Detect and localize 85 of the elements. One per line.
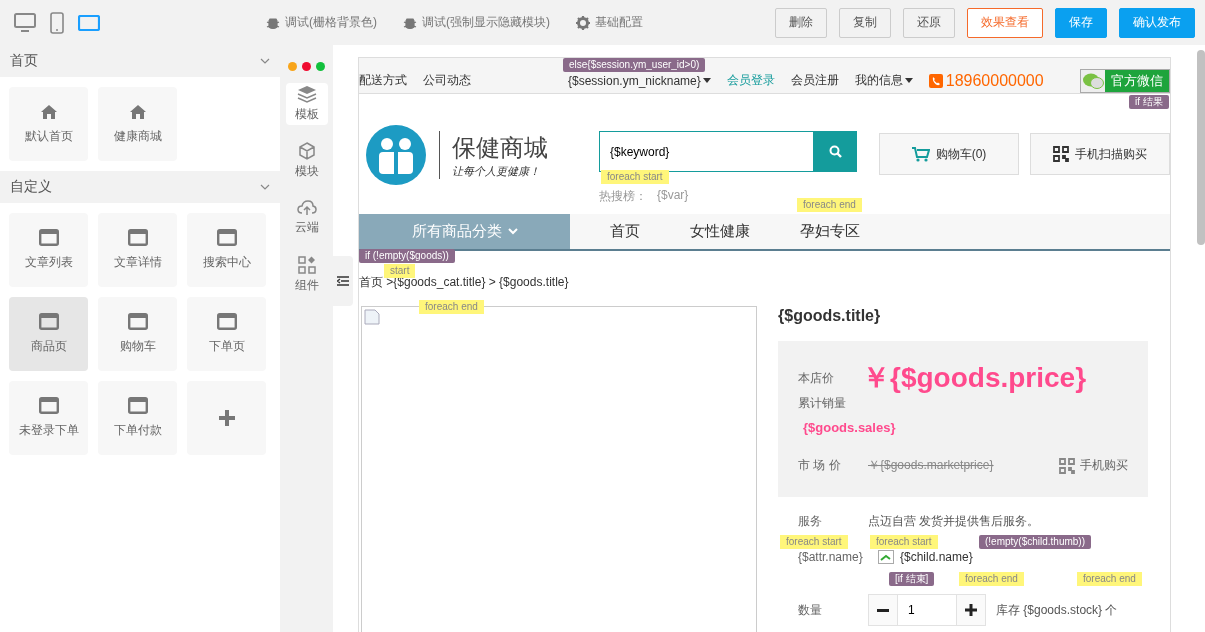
- service-text: 点迈自营 发货并提供售后服务。: [868, 513, 1040, 530]
- brand-name: 保健商城: [452, 132, 548, 163]
- rail-label: 模块: [294, 163, 319, 180]
- template-tag: [if 结束]: [889, 572, 935, 586]
- debug-toggle[interactable]: 调试(栅格背景色): [266, 14, 377, 31]
- sales-label: 累计销量: [798, 395, 847, 412]
- wechat-button[interactable]: 官方微信: [1080, 68, 1170, 93]
- quantity-label: 数量: [798, 601, 823, 619]
- settings-button[interactable]: 基础配置: [576, 14, 643, 31]
- tile-label: 下单页: [208, 338, 245, 355]
- market-price-label: 市 场 价: [798, 457, 842, 474]
- action-button[interactable]: 复制: [839, 7, 891, 38]
- tile-label: 文章详情: [113, 254, 162, 271]
- template-tag: if 结果: [1129, 95, 1169, 109]
- tile-label: 默认首页: [24, 127, 73, 145]
- rail-tab[interactable]: 云端: [285, 197, 328, 239]
- page-tile[interactable]: 文章列表: [9, 213, 88, 287]
- cart-button[interactable]: 购物车(0): [879, 133, 1019, 175]
- tile-label: 文章列表: [24, 254, 73, 271]
- action-button[interactable]: 删除: [775, 7, 827, 38]
- template-tag: foreach start: [870, 535, 938, 549]
- hot-search-label: 热搜榜：: [599, 188, 647, 205]
- section-title: 首页: [10, 52, 38, 70]
- page-tile[interactable]: 未登录下单: [9, 381, 88, 455]
- sales-value: {$goods.sales}: [803, 420, 897, 435]
- my-info-dropdown[interactable]: 我的信息: [854, 72, 903, 89]
- quantity-field[interactable]: 1: [898, 594, 956, 626]
- template-tag: foreach end: [959, 572, 1024, 586]
- template-tag: foreach end: [419, 300, 484, 314]
- rail-label: 组件: [294, 277, 319, 294]
- page-tile[interactable]: 文章详情: [98, 213, 177, 287]
- page-tile[interactable]: 商品页: [9, 297, 88, 371]
- page-tile[interactable]: 默认首页: [9, 87, 88, 161]
- tile-label: 未登录下单: [18, 422, 79, 439]
- phone-number: 18960000000: [945, 71, 1044, 90]
- market-price: ￥{$goods.marketprice}: [868, 457, 994, 474]
- template-tag: (!empty($child.thumb)): [979, 535, 1092, 549]
- template-tag: foreach end: [1077, 572, 1142, 586]
- register-link[interactable]: 会员注册: [790, 72, 839, 89]
- search-field[interactable]: {$keyword}: [599, 131, 814, 172]
- page-tile[interactable]: 购物车: [98, 297, 177, 371]
- rail-label: 云端: [294, 219, 319, 236]
- nickname-dropdown[interactable]: {$session.ym_nickname}: [568, 73, 701, 88]
- hot-search-link[interactable]: {$var}: [657, 188, 689, 205]
- debug-toggle[interactable]: 调试(强制显示隐藏模块): [403, 14, 550, 31]
- service-label: 服务: [798, 513, 823, 530]
- nav-link[interactable]: 配送方式: [359, 72, 407, 89]
- page-tile[interactable]: 下单付款: [98, 381, 177, 455]
- price-label: 本店价: [798, 369, 834, 387]
- page-tile[interactable]: 搜索中心: [187, 213, 266, 287]
- product-title: {$goods.title}: [778, 307, 882, 326]
- nav-link[interactable]: 公司动态: [423, 72, 471, 89]
- template-tag: foreach start: [601, 170, 669, 184]
- template-tag: foreach end: [797, 198, 862, 212]
- scan-button[interactable]: 手机扫描购买: [1030, 133, 1170, 175]
- rail-tab[interactable]: 模板: [285, 83, 328, 125]
- slogan: 让每个人更健康！: [452, 163, 541, 179]
- template-tag: if (!empty($goods)): [359, 249, 455, 263]
- template-tag: else{$session.ym_user_id>0): [563, 58, 706, 72]
- action-button[interactable]: 效果查看: [967, 7, 1043, 38]
- nav-tab[interactable]: 女性健康: [690, 222, 750, 241]
- nav-tab[interactable]: 首页: [610, 222, 640, 241]
- attribute-option[interactable]: {$child.name}: [878, 550, 973, 564]
- section-header[interactable]: 首页: [0, 45, 280, 77]
- tile-label: 健康商城: [113, 127, 162, 145]
- mobile-buy-link[interactable]: 手机购买: [1059, 457, 1128, 474]
- tile-label: 搜索中心: [202, 254, 251, 271]
- section-header[interactable]: 自定义: [0, 171, 280, 203]
- tile-label: 购物车: [119, 338, 156, 355]
- price-value: ￥{$goods.price}: [862, 361, 1087, 395]
- page-tile[interactable]: 健康商城: [98, 87, 177, 161]
- rail-tab[interactable]: 组件: [285, 254, 328, 296]
- template-tag: foreach start: [780, 535, 848, 549]
- page-tile[interactable]: 下单页: [187, 297, 266, 371]
- tile-label: 商品页: [30, 338, 67, 355]
- template-tag: start: [384, 264, 416, 278]
- login-link[interactable]: 会员登录: [726, 72, 775, 89]
- rail-tab[interactable]: 模块: [285, 140, 328, 182]
- action-button[interactable]: 还原: [903, 7, 955, 38]
- rail-label: 模板: [294, 106, 319, 123]
- tile-label: 下单付款: [113, 422, 162, 439]
- nav-tab[interactable]: 孕妇专区: [800, 222, 860, 241]
- section-title: 自定义: [10, 178, 52, 196]
- stock-text: 库存 {$goods.stock} 个: [996, 601, 1118, 619]
- attribute-name: {$attr.name}: [798, 550, 864, 564]
